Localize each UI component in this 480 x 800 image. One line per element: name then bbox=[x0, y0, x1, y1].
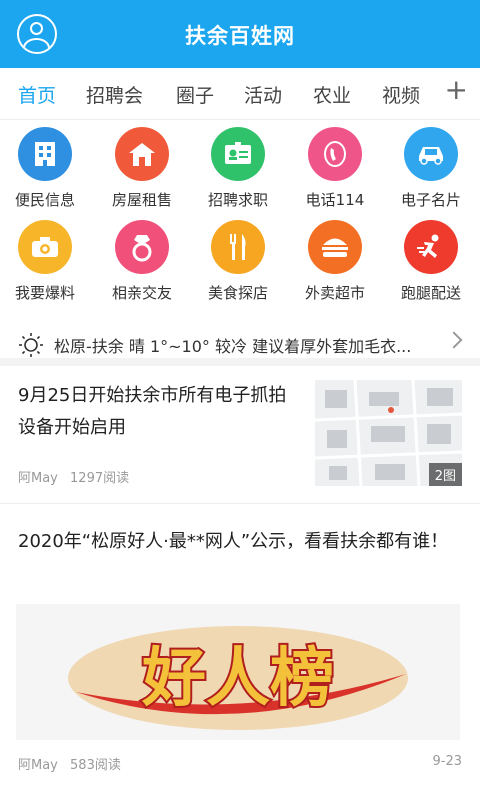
weather-bar[interactable]: 松原-扶余 晴 1°~10° 较冷 建议着厚外套加毛衣... bbox=[0, 322, 480, 366]
article-date: 9-23 bbox=[432, 754, 462, 769]
article-item[interactable]: 9月25日开始扶余市所有电子抓拍设备开始启用 阿May 1297阅读 2图 bbox=[0, 366, 480, 504]
app-title: 扶余百姓网 bbox=[185, 24, 295, 48]
tab-agriculture[interactable]: 农业 bbox=[313, 81, 351, 108]
runner-icon bbox=[404, 220, 458, 274]
article-banner-image: 好人榜 bbox=[16, 604, 460, 740]
id-card-icon bbox=[211, 127, 265, 181]
phone-icon bbox=[308, 127, 362, 181]
chevron-right-icon bbox=[445, 331, 463, 349]
building-icon bbox=[18, 127, 72, 181]
article-reads: 1297阅读 bbox=[70, 471, 130, 486]
article-author: 阿May bbox=[18, 758, 58, 773]
cutlery-icon bbox=[211, 220, 265, 274]
shortcut-jobs[interactable]: 招聘求职 bbox=[190, 127, 286, 210]
add-tab-icon[interactable]: + bbox=[445, 76, 468, 104]
house-icon bbox=[115, 127, 169, 181]
shortcut-dating[interactable]: 相亲交友 bbox=[94, 220, 190, 303]
image-count-badge: 2图 bbox=[428, 463, 462, 486]
tab-circle[interactable]: 圈子 bbox=[176, 81, 214, 108]
tab-home[interactable]: 首页 bbox=[18, 81, 56, 108]
article-meta: 阿May 583阅读 bbox=[18, 754, 121, 773]
category-tabs: 首页 招聘会 圈子 活动 农业 视频 + bbox=[0, 68, 480, 120]
camera-icon bbox=[18, 220, 72, 274]
shortcut-bianmin[interactable]: 便民信息 bbox=[0, 127, 93, 210]
shortcut-report[interactable]: 我要爆料 bbox=[0, 220, 93, 303]
shortcut-takeout[interactable]: 外卖超市 bbox=[287, 220, 383, 303]
article-thumbnail: 2图 bbox=[315, 380, 462, 486]
shortcut-grid: 便民信息 房屋租售 招聘求职 电话114 电子名片 我要爆料 相亲交友 美食探店… bbox=[0, 120, 480, 316]
car-icon bbox=[404, 127, 458, 181]
tab-video[interactable]: 视频 bbox=[382, 81, 420, 108]
banner-text: 好人榜 bbox=[141, 642, 334, 716]
shortcut-errand[interactable]: 跑腿配送 bbox=[383, 220, 479, 303]
sun-icon bbox=[19, 333, 43, 357]
article-author: 阿May bbox=[18, 471, 58, 486]
ring-icon bbox=[115, 220, 169, 274]
burger-icon bbox=[308, 220, 362, 274]
article-meta: 阿May 1297阅读 bbox=[18, 467, 129, 486]
shortcut-phone114[interactable]: 电话114 bbox=[287, 127, 383, 210]
app-header: 扶余百姓网 bbox=[0, 0, 480, 68]
article-title: 2020年“松原好人·最**网人”公示，看看扶余都有谁！ bbox=[18, 531, 449, 552]
tab-events[interactable]: 活动 bbox=[244, 81, 282, 108]
shortcut-food[interactable]: 美食探店 bbox=[190, 220, 286, 303]
tab-job-fair[interactable]: 招聘会 bbox=[86, 81, 143, 108]
shortcut-ecard[interactable]: 电子名片 bbox=[383, 127, 479, 210]
article-title: 9月25日开始扶余市所有电子抓拍设备开始启用 bbox=[18, 385, 287, 438]
article-reads: 583阅读 bbox=[70, 758, 121, 773]
shortcut-housing[interactable]: 房屋租售 bbox=[94, 127, 190, 210]
article-item[interactable]: 2020年“松原好人·最**网人”公示，看看扶余都有谁！ 好人榜 阿May 58… bbox=[0, 504, 480, 800]
weather-text: 松原-扶余 晴 1°~10° 较冷 建议着厚外套加毛衣... bbox=[54, 337, 412, 356]
